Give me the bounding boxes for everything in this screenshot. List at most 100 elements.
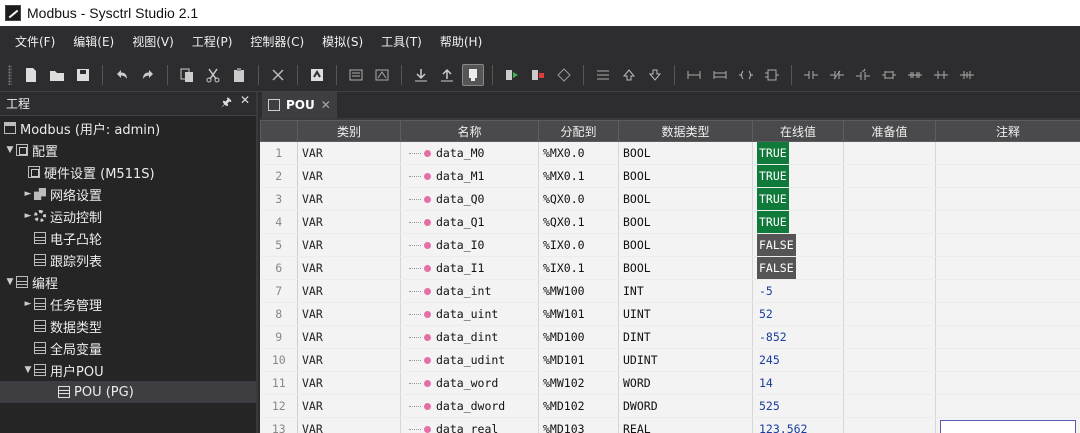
comment-cell[interactable]: [935, 141, 1080, 165]
online-value-cell[interactable]: FALSE: [752, 233, 844, 257]
tree-item-network[interactable]: ► 网络设置: [0, 183, 256, 205]
menu-simulate[interactable]: 模拟(S): [313, 26, 372, 58]
chevron-right-icon[interactable]: ►: [22, 211, 34, 221]
close-icon[interactable]: ✕: [321, 98, 331, 112]
comment-cell[interactable]: [935, 417, 1080, 433]
table-row[interactable]: 3 VAR data_Q0 %QX0.0 BOOL TRUE: [260, 187, 1080, 211]
chevron-down-icon[interactable]: ▼: [22, 365, 34, 375]
menu-view[interactable]: 视图(V): [123, 26, 183, 58]
network-add-icon[interactable]: [683, 64, 705, 86]
online-value-cell[interactable]: 14: [752, 371, 844, 395]
move-up-icon[interactable]: [618, 64, 640, 86]
build-icon[interactable]: [306, 64, 328, 86]
category-cell[interactable]: VAR: [297, 256, 401, 280]
datatype-cell[interactable]: BOOL: [618, 256, 753, 280]
stop-icon[interactable]: [527, 64, 549, 86]
column-header-prepared-value[interactable]: 准备值: [843, 120, 936, 142]
toolbar-grip[interactable]: [8, 64, 12, 85]
column-header-category[interactable]: 类别: [297, 120, 401, 142]
comment-edit-box[interactable]: [940, 420, 1076, 433]
prepared-value-cell[interactable]: [843, 417, 936, 433]
menu-edit[interactable]: 编辑(E): [64, 26, 123, 58]
tree-item-ecam[interactable]: 电子凸轮: [0, 227, 256, 249]
online-value-cell[interactable]: TRUE: [752, 164, 844, 188]
address-cell[interactable]: %MD100: [538, 325, 619, 349]
tree-item-datatypes[interactable]: 数据类型: [0, 315, 256, 337]
online-monitor-icon[interactable]: [462, 63, 484, 86]
name-cell[interactable]: data_dint: [400, 325, 539, 349]
prepared-value-cell[interactable]: [843, 164, 936, 188]
prepared-value-cell[interactable]: [843, 394, 936, 418]
tree-item-userpou[interactable]: ▼ 用户POU: [0, 359, 256, 381]
online-value-cell[interactable]: 525: [752, 394, 844, 418]
menu-project[interactable]: 工程(P): [183, 26, 242, 58]
address-cell[interactable]: %MD103: [538, 417, 619, 433]
address-cell[interactable]: %QX0.0: [538, 187, 619, 211]
contact-series-icon[interactable]: [904, 64, 926, 86]
address-cell[interactable]: %IX0.0: [538, 233, 619, 257]
category-cell[interactable]: VAR: [297, 279, 401, 303]
online-value-cell[interactable]: TRUE: [752, 187, 844, 211]
name-cell[interactable]: data_dword: [400, 394, 539, 418]
prepared-value-cell[interactable]: [843, 348, 936, 372]
table-row[interactable]: 6 VAR data_I1 %IX0.1 BOOL FALSE: [260, 256, 1080, 280]
table-row[interactable]: 12 VAR data_dword %MD102 DWORD 525: [260, 394, 1080, 418]
redo-icon[interactable]: [137, 64, 159, 86]
name-cell[interactable]: data_M1: [400, 164, 539, 188]
prepared-value-cell[interactable]: [843, 141, 936, 165]
comment-cell[interactable]: [935, 233, 1080, 257]
column-header-address[interactable]: 分配到: [538, 120, 619, 142]
table-row[interactable]: 1 VAR data_M0 %MX0.0 BOOL TRUE: [260, 141, 1080, 165]
comment-cell[interactable]: [935, 164, 1080, 188]
open-folder-icon[interactable]: [46, 64, 68, 86]
column-header-online-value[interactable]: 在线值: [752, 120, 844, 142]
address-cell[interactable]: %MW100: [538, 279, 619, 303]
comment-cell[interactable]: [935, 256, 1080, 280]
name-cell[interactable]: data_I0: [400, 233, 539, 257]
prepared-value-cell[interactable]: [843, 233, 936, 257]
datatype-cell[interactable]: DINT: [618, 325, 753, 349]
address-cell[interactable]: %QX0.1: [538, 210, 619, 234]
tree-item-pou-pg[interactable]: POU (PG): [0, 381, 256, 403]
chevron-down-icon[interactable]: ▼: [4, 277, 16, 287]
datatype-cell[interactable]: REAL: [618, 417, 753, 433]
online-value-cell[interactable]: 123.562: [752, 417, 844, 433]
name-cell[interactable]: data_uint: [400, 302, 539, 326]
contact-parallel-icon[interactable]: [878, 64, 900, 86]
tree-item-config[interactable]: ▼ 配置: [0, 139, 256, 161]
download-icon[interactable]: [410, 64, 432, 86]
column-header-name[interactable]: 名称: [400, 120, 539, 142]
undo-icon[interactable]: [111, 64, 133, 86]
pin-icon[interactable]: 🖈: [221, 93, 232, 114]
name-cell[interactable]: data_M0: [400, 141, 539, 165]
online-value-cell[interactable]: FALSE: [752, 256, 844, 280]
delete-icon[interactable]: [267, 64, 289, 86]
online-value-cell[interactable]: TRUE: [752, 210, 844, 234]
comment-cell[interactable]: [935, 394, 1080, 418]
table-row[interactable]: 7 VAR data_int %MW100 INT -5: [260, 279, 1080, 303]
name-cell[interactable]: data_Q0: [400, 187, 539, 211]
table-row[interactable]: 13 VAR data_real %MD103 REAL 123.562: [260, 417, 1080, 433]
category-cell[interactable]: VAR: [297, 371, 401, 395]
datatype-cell[interactable]: INT: [618, 279, 753, 303]
name-cell[interactable]: data_int: [400, 279, 539, 303]
tab-pou[interactable]: POU ✕: [262, 92, 337, 118]
prepared-value-cell[interactable]: [843, 256, 936, 280]
contact-no-icon[interactable]: [800, 64, 822, 86]
category-cell[interactable]: VAR: [297, 394, 401, 418]
box-icon[interactable]: [761, 64, 783, 86]
comment-cell[interactable]: [935, 325, 1080, 349]
new-file-icon[interactable]: [20, 64, 42, 86]
run-icon[interactable]: [501, 64, 523, 86]
online-value-cell[interactable]: 245: [752, 348, 844, 372]
datatype-cell[interactable]: BOOL: [618, 164, 753, 188]
tree-item-trace[interactable]: 跟踪列表: [0, 249, 256, 271]
paste-icon[interactable]: [228, 64, 250, 86]
chevron-right-icon[interactable]: ►: [22, 189, 34, 199]
address-cell[interactable]: %MX0.1: [538, 164, 619, 188]
comment-cell[interactable]: [935, 348, 1080, 372]
name-cell[interactable]: data_I1: [400, 256, 539, 280]
column-header-comment[interactable]: 注释: [935, 120, 1080, 142]
address-cell[interactable]: %MD101: [538, 348, 619, 372]
copy-icon[interactable]: [176, 64, 198, 86]
